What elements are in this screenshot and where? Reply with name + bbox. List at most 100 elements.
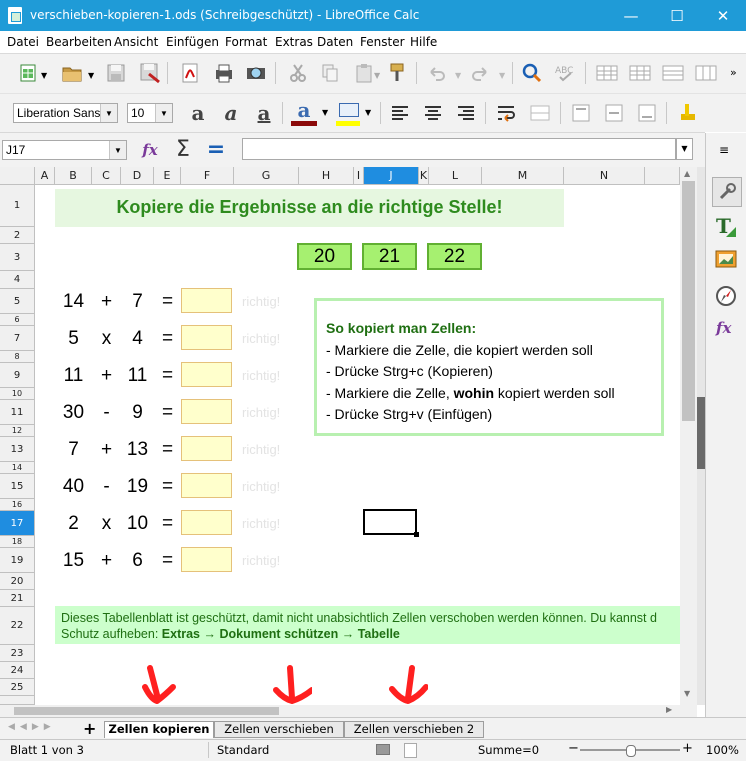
row-header[interactable]: 24 [0,662,35,679]
row-header[interactable]: 1 [0,185,35,227]
row-header[interactable]: 2 [0,227,35,244]
font-color-dropdown-icon[interactable]: ▼ [322,108,328,117]
column-header[interactable]: C [92,167,121,185]
new-dropdown-icon[interactable]: ▼ [41,71,47,80]
bold-icon[interactable]: a [186,101,210,125]
zoom-level[interactable]: 100% [706,743,739,757]
column-header[interactable]: G [234,167,299,185]
scrollbar-thumb[interactable] [14,707,279,715]
scroll-up-icon[interactable]: ▲ [684,169,690,178]
chevron-down-icon[interactable]: ▼ [155,104,172,122]
column-header[interactable]: N [564,167,645,185]
selection-mode-icon[interactable] [376,744,390,755]
print-icon[interactable] [212,61,236,85]
menu-ansicht[interactable]: Ansicht [114,35,158,49]
row-header[interactable]: 11 [0,400,35,425]
tab-zellen-verschieben-2[interactable]: Zellen verschieben 2 [344,721,484,738]
menu-daten[interactable]: Daten [317,35,353,49]
align-right-icon[interactable] [454,101,478,125]
row-header[interactable]: 7 [0,326,35,351]
minimize-button[interactable]: — [608,0,654,31]
highlight-color-icon[interactable] [336,99,360,126]
row-header[interactable]: 20 [0,573,35,590]
open-dropdown-icon[interactable]: ▼ [88,71,94,80]
maximize-button[interactable]: ☐ [654,0,700,31]
undo-icon[interactable] [425,61,449,85]
sidebar-menu-icon[interactable]: ≡ [719,143,729,157]
italic-icon[interactable]: a [219,101,243,125]
vertical-scrollbar[interactable]: ▲ ▼ [680,167,697,705]
column-header-selected[interactable]: J [364,167,419,185]
column-header[interactable]: I [354,167,364,185]
paste-icon[interactable] [352,61,376,85]
result-input[interactable] [181,288,232,313]
tab-zellen-kopieren[interactable]: Zellen kopieren [104,721,214,738]
align-left-icon[interactable] [388,101,412,125]
row-header[interactable]: 16 [0,499,35,511]
currency-format-icon[interactable] [676,101,700,125]
row-header[interactable]: 6 [0,314,35,326]
merge-cells-icon[interactable] [528,101,552,125]
find-replace-icon[interactable] [520,61,544,85]
row-header[interactable] [0,696,35,705]
tab-zellen-verschieben[interactable]: Zellen verschieben [214,721,344,738]
scroll-right-icon[interactable]: ▶ [666,705,672,714]
tab-navigation-icons[interactable]: ◀◀▶▶ [8,722,56,732]
delete-row-icon[interactable] [661,61,685,85]
functions-icon[interactable]: fx [716,319,731,337]
sum-icon[interactable]: Σ [171,137,195,162]
sidebar-toggle[interactable] [697,397,705,469]
properties-icon[interactable] [712,177,742,207]
save-icon[interactable] [104,61,128,85]
align-middle-icon[interactable] [602,101,626,125]
row-icon[interactable] [595,61,619,85]
result-input[interactable] [181,510,232,535]
menu-extras[interactable]: Extras [275,35,313,49]
font-color-icon[interactable]: a [291,99,317,126]
sum-display[interactable]: Summe=0 [478,743,539,757]
select-all-corner[interactable] [0,167,35,185]
font-name-box[interactable]: Liberation Sans ▼ [13,103,118,123]
open-folder-icon[interactable] [60,61,84,85]
menu-datei[interactable]: Datei [7,35,39,49]
redo-icon[interactable] [468,61,492,85]
row-header[interactable]: 25 [0,679,35,696]
answer-cell[interactable]: 20 [297,243,352,270]
row-header[interactable]: 19 [0,548,35,573]
copy-icon[interactable] [318,61,342,85]
add-sheet-button[interactable]: + [83,719,96,738]
column-header[interactable]: D [121,167,154,185]
row-header[interactable]: 22 [0,607,35,645]
result-input[interactable] [181,399,232,424]
row-header-selected[interactable]: 17 [0,511,35,536]
zoom-slider-knob[interactable] [626,745,636,757]
redo-dropdown-icon[interactable]: ▼ [499,71,505,80]
page-style[interactable]: Standard [217,743,269,757]
row-header[interactable]: 4 [0,271,35,289]
row-header[interactable]: 23 [0,645,35,662]
row-header[interactable]: 15 [0,474,35,499]
answer-cell[interactable]: 21 [362,243,417,270]
menu-format[interactable]: Format [225,35,267,49]
column-header[interactable]: E [154,167,181,185]
formula-input[interactable] [242,138,676,160]
undo-dropdown-icon[interactable]: ▼ [455,71,461,80]
zoom-in-button[interactable]: + [682,741,693,756]
fill-handle[interactable] [414,532,419,537]
save-as-icon[interactable] [138,61,162,85]
column-icon[interactable] [628,61,652,85]
font-size-box[interactable]: 10 ▼ [127,103,173,123]
row-header[interactable]: 12 [0,425,35,437]
new-document-icon[interactable] [16,61,40,85]
align-top-icon[interactable] [569,101,593,125]
expand-formula-icon[interactable]: ▼ [676,138,693,160]
column-header[interactable]: A [35,167,55,185]
chevron-down-icon[interactable]: ▼ [100,104,117,122]
chevron-down-icon[interactable]: ▼ [109,141,126,159]
close-button[interactable]: ✕ [700,0,746,31]
column-header[interactable]: H [299,167,354,185]
result-input[interactable] [181,547,232,572]
row-header[interactable]: 10 [0,388,35,400]
row-header[interactable]: 14 [0,462,35,474]
scrollbar-thumb[interactable] [682,181,695,421]
